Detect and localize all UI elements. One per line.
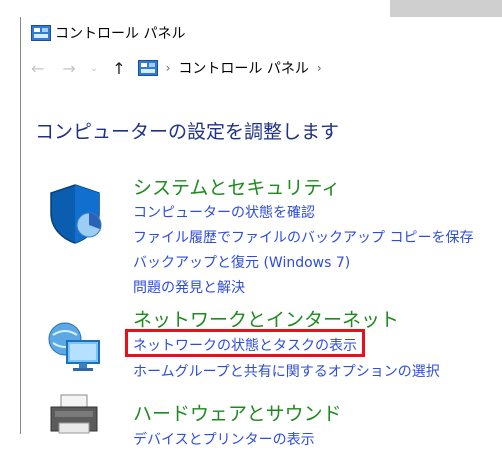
control-panel-icon [137, 60, 158, 76]
link-find-fix-problems[interactable]: 問題の発見と解決 [133, 277, 245, 297]
control-panel-window: コントロール パネル ← → ⌄ ↑ › コントロール パネル › コンピュータ… [20, 17, 502, 448]
address-bar[interactable]: › コントロール パネル › [137, 58, 330, 78]
control-panel-icon [31, 25, 51, 41]
link-backup-restore[interactable]: バックアップと復元 (Windows 7) [133, 252, 350, 272]
category-heading-network-internet[interactable]: ネットワークとインターネット [133, 305, 399, 332]
link-file-history-backup[interactable]: ファイル履歴でファイルのバックアップ コピーを保存 [133, 227, 473, 247]
navigation-bar: ← → ⌄ ↑ › コントロール パネル › [21, 55, 502, 81]
background-tab [390, 0, 502, 17]
page-title: コンピューターの設定を調整します [35, 121, 340, 143]
network-icon[interactable] [45, 313, 105, 377]
link-view-devices-printers[interactable]: デバイスとプリンターの表示 [133, 429, 315, 449]
up-button[interactable]: ↑ [112, 59, 125, 78]
recent-locations-button[interactable]: ⌄ [90, 63, 98, 74]
title-bar: コントロール パネル [21, 17, 502, 49]
link-check-computer-status[interactable]: コンピューターの状態を確認 [133, 202, 315, 222]
category-heading-hardware-sound[interactable]: ハードウェアとサウンド [133, 399, 342, 426]
shield-icon[interactable] [45, 181, 105, 245]
link-view-network-status[interactable]: ネットワークの状態とタスクの表示 [133, 335, 357, 355]
category-heading-system-security[interactable]: システムとセキュリティ [133, 173, 340, 200]
printer-icon[interactable] [45, 393, 105, 457]
chevron-right-icon: › [165, 61, 171, 75]
forward-button[interactable]: → [62, 59, 75, 78]
breadcrumb-control-panel[interactable]: コントロール パネル [178, 58, 308, 78]
chevron-right-icon[interactable]: › [317, 61, 322, 75]
back-button[interactable]: ← [31, 59, 44, 78]
link-homegroup-sharing[interactable]: ホームグループと共有に関するオプションの選択 [133, 361, 440, 381]
window-title: コントロール パネル [55, 26, 186, 42]
